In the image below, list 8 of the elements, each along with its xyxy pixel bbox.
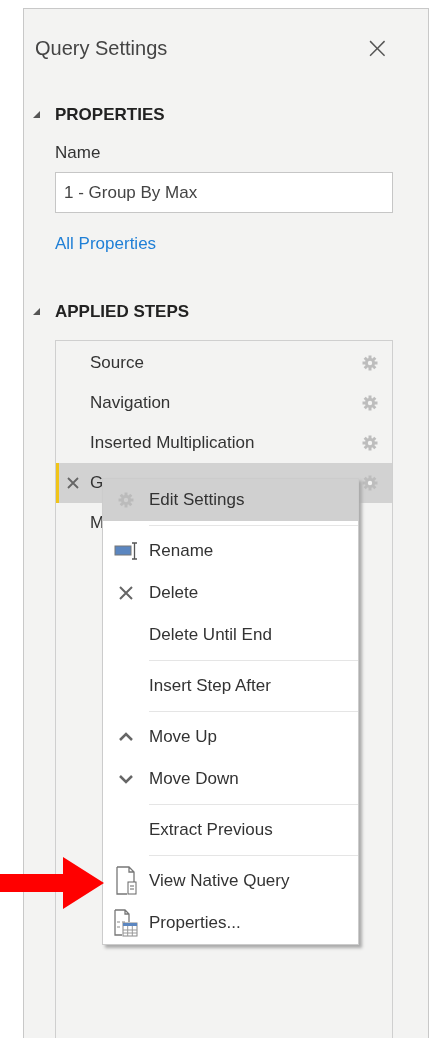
step-name: Source xyxy=(90,353,145,373)
section-heading: APPLIED STEPS xyxy=(55,302,190,322)
section-heading: PROPERTIES xyxy=(55,105,165,125)
step-name: G xyxy=(90,473,105,493)
step-name: Navigation xyxy=(90,393,172,413)
step-name: Inserted Multiplication xyxy=(90,433,256,453)
panel-title: Query Settings xyxy=(35,36,168,60)
name-label: Name xyxy=(55,143,102,163)
